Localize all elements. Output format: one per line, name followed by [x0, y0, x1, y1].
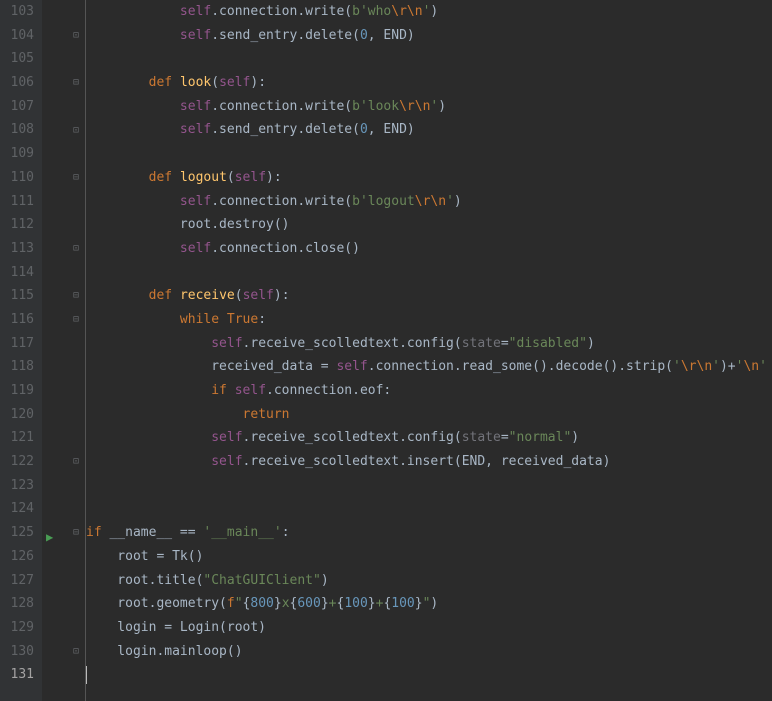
line-number: 116: [0, 308, 34, 332]
line-number: 128: [0, 592, 34, 616]
line-number: 112: [0, 213, 34, 237]
line-number: 120: [0, 403, 34, 427]
line-number: 115: [0, 284, 34, 308]
line-number: 123: [0, 474, 34, 498]
line-number: 129: [0, 616, 34, 640]
line-number: 124: [0, 497, 34, 521]
code-line[interactable]: def look(self):: [86, 71, 772, 95]
fold-open-icon[interactable]: ⊟: [73, 528, 83, 538]
code-line[interactable]: self.connection.close(): [86, 237, 772, 261]
code-line[interactable]: [86, 261, 772, 285]
fold-marker-gutter: ⊡ ⊟ ⊡ ⊟ ⊡ ⊟ ⊟ ⊡ ⊟ ▶ ⊡: [42, 0, 86, 701]
line-number: 131: [0, 663, 34, 687]
code-line[interactable]: root.geometry(f"{800}x{600}+{100}+{100}"…: [86, 592, 772, 616]
fold-open-icon[interactable]: ⊟: [73, 315, 83, 325]
fold-open-icon[interactable]: ⊟: [73, 78, 83, 88]
line-number: 114: [0, 261, 34, 285]
code-line[interactable]: received_data = self.connection.read_som…: [86, 355, 772, 379]
text-caret: [86, 666, 87, 684]
code-line[interactable]: self.connection.write(b'look\r\n'): [86, 95, 772, 119]
code-line[interactable]: def logout(self):: [86, 166, 772, 190]
line-number: 125: [0, 521, 34, 545]
line-number: 103: [0, 0, 34, 24]
code-line[interactable]: if __name__ == '__main__':: [86, 521, 772, 545]
line-number: 111: [0, 190, 34, 214]
code-editor[interactable]: 1031041051061071081091101111121131141151…: [0, 0, 772, 701]
code-line[interactable]: root.destroy(): [86, 213, 772, 237]
line-number: 119: [0, 379, 34, 403]
code-line[interactable]: self.receive_scolledtext.config(state="n…: [86, 426, 772, 450]
line-number: 130: [0, 640, 34, 664]
line-number: 118: [0, 355, 34, 379]
line-number-gutter: 1031041051061071081091101111121131141151…: [0, 0, 42, 701]
code-area[interactable]: self.connection.write(b'who\r\n') self.s…: [86, 0, 772, 701]
fold-close-icon[interactable]: ⊡: [73, 457, 83, 467]
line-number: 121: [0, 426, 34, 450]
line-number: 107: [0, 95, 34, 119]
code-line[interactable]: [86, 142, 772, 166]
line-number: 104: [0, 24, 34, 48]
line-number: 110: [0, 166, 34, 190]
code-line[interactable]: login = Login(root): [86, 616, 772, 640]
line-number: 105: [0, 47, 34, 71]
line-number: 117: [0, 332, 34, 356]
code-line[interactable]: self.receive_scolledtext.insert(END, rec…: [86, 450, 772, 474]
code-line[interactable]: self.receive_scolledtext.config(state="d…: [86, 332, 772, 356]
fold-close-icon[interactable]: ⊡: [73, 647, 83, 657]
fold-open-icon[interactable]: ⊟: [73, 173, 83, 183]
line-number: 109: [0, 142, 34, 166]
line-number: 122: [0, 450, 34, 474]
fold-close-icon[interactable]: ⊡: [73, 244, 83, 254]
code-line[interactable]: root.title("ChatGUIClient"): [86, 569, 772, 593]
code-line[interactable]: while True:: [86, 308, 772, 332]
code-line[interactable]: [86, 497, 772, 521]
code-line[interactable]: [86, 47, 772, 71]
line-number: 106: [0, 71, 34, 95]
line-number: 108: [0, 118, 34, 142]
line-number: 113: [0, 237, 34, 261]
fold-close-icon[interactable]: ⊡: [73, 31, 83, 41]
code-line[interactable]: root = Tk(): [86, 545, 772, 569]
fold-open-icon[interactable]: ⊟: [73, 291, 83, 301]
code-line[interactable]: [86, 663, 772, 687]
line-number: 127: [0, 569, 34, 593]
line-number: 126: [0, 545, 34, 569]
code-line[interactable]: self.connection.write(b'logout\r\n'): [86, 190, 772, 214]
code-line[interactable]: login.mainloop(): [86, 640, 772, 664]
code-line[interactable]: [86, 474, 772, 498]
fold-close-icon[interactable]: ⊡: [73, 126, 83, 136]
run-icon[interactable]: ▶: [46, 526, 53, 550]
code-line[interactable]: return: [86, 403, 772, 427]
code-line[interactable]: self.send_entry.delete(0, END): [86, 24, 772, 48]
code-line[interactable]: self.connection.write(b'who\r\n'): [86, 0, 772, 24]
code-line[interactable]: if self.connection.eof:: [86, 379, 772, 403]
code-line[interactable]: def receive(self):: [86, 284, 772, 308]
code-line[interactable]: self.send_entry.delete(0, END): [86, 118, 772, 142]
